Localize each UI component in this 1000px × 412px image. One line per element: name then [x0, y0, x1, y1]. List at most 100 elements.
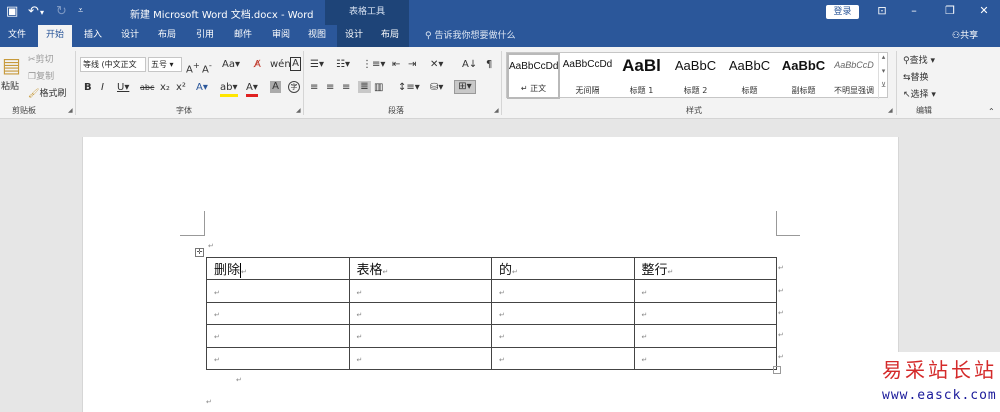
highlight-icon[interactable]: ab▾: [220, 82, 238, 97]
tab-mailings[interactable]: 邮件: [226, 25, 260, 47]
table-cell[interactable]: ↵: [491, 279, 635, 303]
subscript-icon[interactable]: x₂: [160, 82, 170, 94]
gallery-up-icon[interactable]: ▴: [879, 53, 888, 61]
bold-icon[interactable]: B: [84, 82, 92, 94]
tab-layout[interactable]: 布局: [150, 25, 184, 47]
tell-me-search[interactable]: ⚲ 告诉我你想要做什么: [425, 25, 515, 47]
table-cell[interactable]: ↵: [633, 279, 777, 303]
ribbon-display-options-icon[interactable]: ⊡: [872, 4, 892, 17]
sort-icon[interactable]: A↓: [462, 59, 477, 71]
style-subtle-emphasis[interactable]: AaBbCcD 不明显强调: [831, 53, 877, 99]
gallery-scroll[interactable]: ▴ ▾ ⊻: [878, 53, 888, 99]
style-heading-1[interactable]: AaBl 标题 1: [615, 53, 668, 99]
tab-design[interactable]: 设计: [113, 25, 147, 47]
numbering-icon[interactable]: ☷▾: [336, 59, 350, 71]
select-button[interactable]: ↖选择 ▾: [903, 87, 936, 100]
tab-file[interactable]: 文件: [0, 25, 34, 47]
align-right-icon[interactable]: ≡: [342, 82, 350, 94]
customize-qat-icon[interactable]: ⩡: [78, 6, 83, 16]
tab-references[interactable]: 引用: [188, 25, 222, 47]
bullets-icon[interactable]: ☰▾: [310, 59, 324, 71]
table-cell[interactable]: ↵: [491, 324, 635, 348]
save-icon[interactable]: ▣: [6, 4, 18, 19]
minimize-icon[interactable]: –: [904, 4, 924, 17]
undo-icon[interactable]: ↶: [28, 4, 39, 19]
paragraph-launcher-icon[interactable]: ◢: [494, 107, 499, 114]
table-cell[interactable]: ↵: [348, 324, 492, 348]
clear-formatting-icon[interactable]: A̸: [254, 59, 261, 71]
table-cell[interactable]: 表格↵: [348, 256, 492, 281]
shading-icon[interactable]: ⛁▾: [430, 82, 443, 94]
paste-button[interactable]: 粘贴: [1, 79, 19, 92]
italic-icon[interactable]: I: [101, 82, 104, 94]
enclose-char-icon[interactable]: 字: [288, 81, 300, 93]
paste-icon[interactable]: ▤: [2, 53, 21, 77]
table-move-handle-icon[interactable]: ✛: [195, 248, 204, 257]
multilevel-list-icon[interactable]: ⋮≡▾: [362, 59, 385, 71]
table-cell[interactable]: 删除↵: [206, 256, 350, 281]
table-cell[interactable]: ↵: [206, 324, 350, 348]
collapse-ribbon-icon[interactable]: ⌃: [988, 107, 995, 116]
grow-font-icon[interactable]: A+: [186, 59, 200, 76]
clipboard-launcher-icon[interactable]: ◢: [68, 107, 73, 114]
table-cell[interactable]: 的↵: [491, 256, 635, 281]
restore-icon[interactable]: ❐: [940, 4, 960, 17]
style-title[interactable]: AaBbC 标题: [723, 53, 776, 99]
document-table[interactable]: 删除↵ 表格↵ 的↵ 整行↵ ↵ ↵ ↵ ↵ ↵ ↵ ↵ ↵ ↵ ↵ ↵ ↵ ↵ ↵ ↵ ↵: [206, 256, 777, 370]
increase-indent-icon[interactable]: ⇥: [408, 59, 416, 71]
replace-button[interactable]: ⇆替换: [903, 70, 929, 83]
align-left-icon[interactable]: ≡: [310, 82, 318, 94]
distributed-icon[interactable]: ▥: [374, 82, 383, 94]
char-shading-icon[interactable]: A: [270, 81, 281, 93]
change-case-icon[interactable]: Aa▾: [222, 59, 240, 71]
tab-insert[interactable]: 插入: [76, 25, 110, 47]
font-launcher-icon[interactable]: ◢: [296, 107, 301, 114]
redo-icon[interactable]: ↻: [56, 4, 67, 19]
table-resize-handle-icon[interactable]: [773, 366, 781, 374]
tab-table-design[interactable]: 设计: [337, 25, 373, 47]
borders-icon[interactable]: ⊞▾: [454, 80, 476, 94]
login-button[interactable]: 登录: [826, 5, 859, 19]
show-marks-icon[interactable]: ¶: [486, 59, 492, 71]
table-cell[interactable]: ↵: [491, 346, 635, 370]
table-cell[interactable]: ↵: [348, 346, 492, 370]
char-border-icon[interactable]: A: [290, 57, 301, 71]
style-subtitle[interactable]: AaBbC 副标题: [777, 53, 830, 99]
share-button[interactable]: ⚇共享: [952, 25, 978, 47]
phonetic-guide-icon[interactable]: wén: [270, 59, 291, 71]
justify-icon[interactable]: ≣: [358, 81, 371, 93]
align-center-icon[interactable]: ≡: [326, 82, 334, 94]
table-cell[interactable]: ↵: [348, 301, 492, 326]
style-heading-2[interactable]: AaBbC 标题 2: [669, 53, 722, 99]
style-no-spacing[interactable]: AaBbCcDd 无间隔: [561, 53, 614, 99]
tab-review[interactable]: 审阅: [264, 25, 298, 47]
close-icon[interactable]: ✕: [974, 4, 994, 17]
table-cell[interactable]: ↵: [633, 301, 777, 326]
strikethrough-icon[interactable]: abc: [140, 82, 154, 94]
gallery-down-icon[interactable]: ▾: [879, 67, 888, 75]
text-effects-icon[interactable]: A▾: [196, 82, 208, 94]
table-cell[interactable]: ↵: [206, 279, 350, 303]
asian-layout-icon[interactable]: ✕▾: [430, 59, 443, 71]
find-button[interactable]: ⚲查找 ▾: [903, 53, 935, 66]
copy-button[interactable]: ❐复制: [28, 69, 54, 82]
line-spacing-icon[interactable]: ↕≡▾: [398, 82, 420, 94]
styles-launcher-icon[interactable]: ◢: [888, 107, 893, 114]
font-size-combo[interactable]: 五号 ▾: [148, 57, 182, 72]
shrink-font-icon[interactable]: A-: [202, 59, 212, 76]
style-normal[interactable]: AaBbCcDd ↵ 正文: [507, 53, 560, 99]
cut-button[interactable]: ✂剪切: [28, 52, 54, 65]
table-cell[interactable]: ↵: [348, 279, 492, 303]
underline-icon[interactable]: U▾: [117, 82, 129, 94]
decrease-indent-icon[interactable]: ⇤: [392, 59, 400, 71]
table-cell[interactable]: ↵: [206, 346, 350, 370]
tab-home[interactable]: 开始: [38, 25, 73, 47]
gallery-more-icon[interactable]: ⊻: [879, 81, 888, 89]
undo-dropdown-icon[interactable]: ▾: [40, 8, 44, 17]
superscript-icon[interactable]: x²: [176, 82, 186, 94]
font-color-icon[interactable]: A▾: [246, 82, 258, 97]
font-name-combo[interactable]: 等线 (中文正文: [80, 57, 146, 72]
format-painter-button[interactable]: 🖌格式刷: [28, 86, 66, 99]
tab-table-layout[interactable]: 布局: [373, 25, 409, 47]
table-cell[interactable]: ↵: [633, 346, 777, 370]
